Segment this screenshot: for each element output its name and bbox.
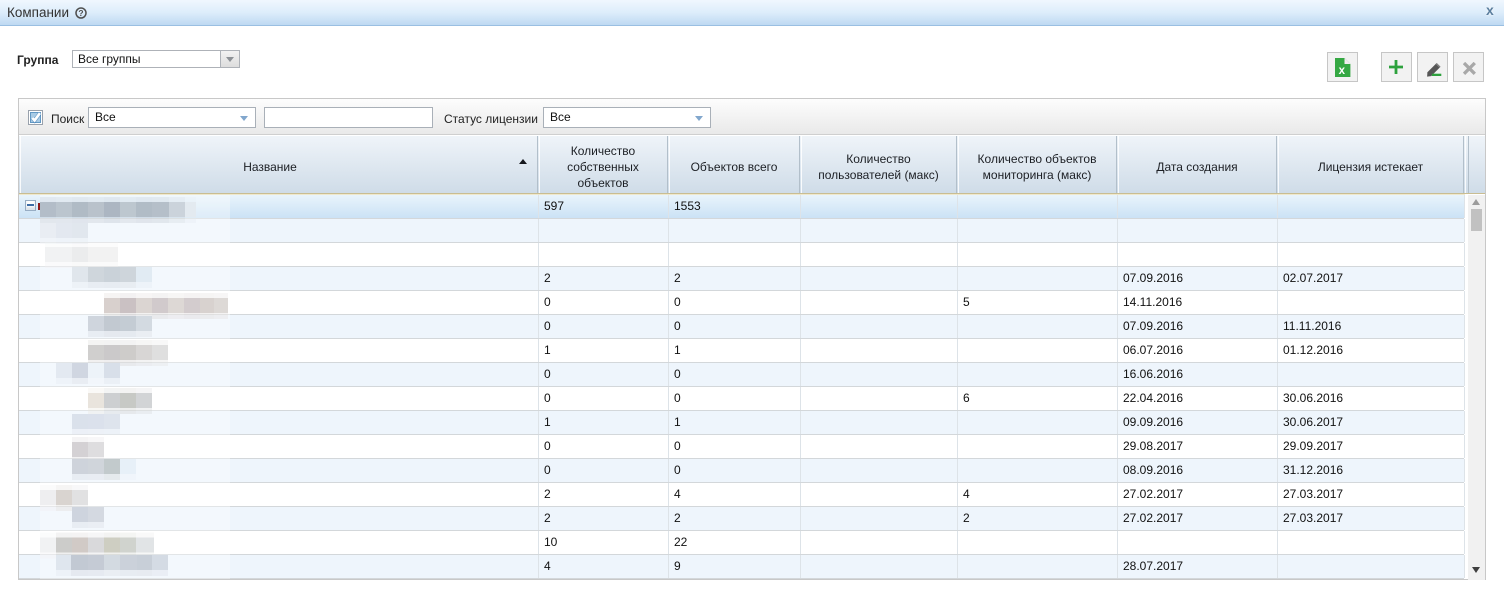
- svg-text:x: x: [1339, 65, 1346, 77]
- svg-text:?: ?: [78, 8, 83, 18]
